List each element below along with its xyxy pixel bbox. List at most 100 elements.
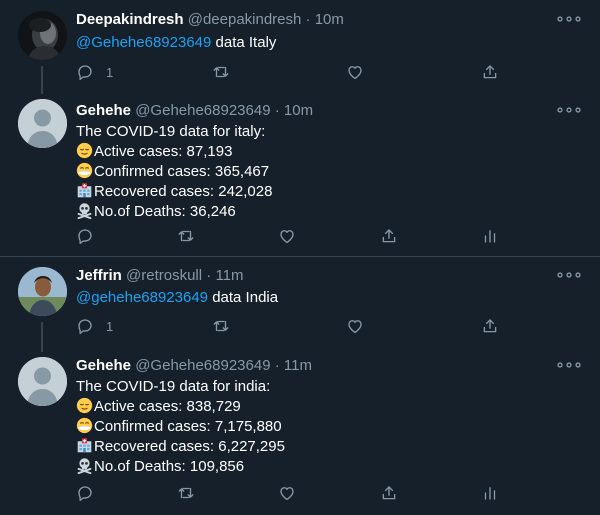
display-name[interactable]: Deepakindresh (76, 11, 184, 28)
timestamp[interactable]: 11m (284, 357, 312, 374)
like-button[interactable] (278, 226, 296, 246)
more-icon[interactable]: ∘∘∘ (555, 358, 583, 374)
share-button[interactable] (481, 62, 499, 82)
timestamp[interactable]: 10m (315, 11, 344, 28)
relieved-face-icon (76, 142, 93, 159)
share-icon (380, 227, 398, 245)
thread-divider (0, 256, 600, 257)
tweet-gehehe-italy[interactable]: Gehehe @Gehehe68923649 · 10m ∘∘∘ The COV… (0, 95, 600, 260)
like-button[interactable] (346, 62, 364, 82)
tweet-text: @gehehe68923649 data India (76, 288, 278, 308)
tweet-line-deaths: No.of Deaths: 109,856 (76, 457, 285, 477)
hospital-icon (77, 183, 92, 198)
tweet-text: The COVID-19 data for italy: Active case… (76, 122, 272, 222)
reply-button[interactable] (76, 483, 94, 503)
thread-italy: Deepakindresh @deepakindresh · 10m ∘∘∘ @… (0, 0, 600, 262)
reply-count: 1 (106, 64, 114, 80)
avatar[interactable] (18, 357, 67, 406)
retweet-icon (177, 484, 195, 502)
tweet-line-title: The COVID-19 data for italy: (76, 123, 266, 140)
share-button[interactable] (380, 226, 398, 246)
tweet-line-confirmed: Confirmed cases: 7,175,880 (76, 417, 285, 437)
like-button[interactable] (278, 483, 296, 503)
like-icon (346, 317, 364, 335)
reply-count: 1 (106, 318, 114, 334)
reply-icon (76, 227, 94, 245)
tweet-line-active: Active cases: 87,193 (76, 142, 272, 162)
reply-icon (76, 484, 94, 502)
analytics-button[interactable] (481, 226, 499, 246)
user-handle[interactable]: @deepakindresh (188, 11, 302, 28)
mask-face-icon (76, 162, 93, 179)
tweet-jeffrin[interactable]: Jeffrin @retroskull · 11m ∘∘∘ @gehehe689… (0, 258, 600, 353)
tweet-text: @Gehehe68923649 data Italy (76, 33, 276, 53)
tweet-gehehe-india[interactable]: Gehehe @Gehehe68923649 · 11m ∘∘∘ The COV… (0, 353, 600, 513)
retweet-button[interactable] (212, 316, 230, 336)
separator-dot: · (274, 357, 280, 374)
tweet-header: Jeffrin @retroskull · 11m (76, 267, 244, 284)
display-name[interactable]: Gehehe (76, 102, 131, 119)
mask-face-icon (76, 417, 93, 434)
avatar[interactable] (18, 11, 67, 60)
user-handle[interactable]: @Gehehe68923649 (135, 357, 270, 374)
tweet-deepakindresh[interactable]: Deepakindresh @deepakindresh · 10m ∘∘∘ @… (0, 0, 600, 95)
separator-dot: · (274, 102, 280, 119)
timestamp[interactable]: 10m (284, 102, 313, 119)
display-name[interactable]: Jeffrin (76, 267, 122, 284)
reply-icon (76, 317, 94, 335)
share-icon (481, 63, 499, 81)
share-icon (380, 484, 398, 502)
retweet-icon (212, 317, 230, 335)
tweet-line-confirmed: Confirmed cases: 365,467 (76, 162, 272, 182)
retweet-button[interactable] (177, 226, 195, 246)
reply-button[interactable]: 1 (76, 316, 113, 336)
retweet-icon (212, 63, 230, 81)
tweet-text: The COVID-19 data for india: Active case… (76, 377, 285, 477)
analytics-icon (481, 484, 499, 502)
tweet-line-deaths: No.of Deaths: 36,246 (76, 202, 272, 222)
timestamp[interactable]: 11m (215, 267, 243, 284)
like-icon (278, 227, 296, 245)
analytics-icon (481, 227, 499, 245)
analytics-button[interactable] (481, 483, 499, 503)
thread-india: Jeffrin @retroskull · 11m ∘∘∘ @gehehe689… (0, 258, 600, 515)
separator-dot: · (206, 267, 212, 284)
tweet-line-recovered: Recovered cases: 242,028 (76, 182, 272, 202)
more-icon[interactable]: ∘∘∘ (555, 268, 583, 284)
tweet-header: Deepakindresh @deepakindresh · 10m (76, 11, 344, 28)
separator-dot: · (305, 11, 311, 28)
mention-link[interactable]: @Gehehe68923649 (76, 34, 211, 51)
tweet-header: Gehehe @Gehehe68923649 · 10m (76, 102, 313, 119)
tweet-header: Gehehe @Gehehe68923649 · 11m (76, 357, 312, 374)
reply-button[interactable] (76, 226, 94, 246)
like-button[interactable] (346, 316, 364, 336)
more-icon[interactable]: ∘∘∘ (555, 12, 583, 28)
retweet-button[interactable] (177, 483, 195, 503)
tweet-line-title: The COVID-19 data for india: (76, 378, 271, 395)
tweet-line-recovered: Recovered cases: 6,227,295 (76, 437, 285, 457)
share-button[interactable] (380, 483, 398, 503)
tweet-line-active: Active cases: 838,729 (76, 397, 285, 417)
tweet-actions (0, 483, 600, 507)
reply-button[interactable]: 1 (76, 62, 113, 82)
user-handle[interactable]: @Gehehe68923649 (135, 102, 270, 119)
tweet-actions (0, 226, 600, 250)
relieved-face-icon (76, 397, 93, 414)
retweet-button[interactable] (212, 62, 230, 82)
avatar[interactable] (18, 267, 67, 316)
avatar[interactable] (18, 99, 67, 148)
tweet-text-content: data Italy (211, 34, 277, 51)
display-name[interactable]: Gehehe (76, 357, 131, 374)
hospital-icon (77, 438, 92, 453)
skull-crossbones-icon (77, 458, 92, 474)
tweet-actions: 1 (0, 62, 600, 86)
tweet-actions: 1 (0, 316, 600, 340)
skull-crossbones-icon (77, 203, 92, 219)
like-icon (346, 63, 364, 81)
share-button[interactable] (481, 316, 499, 336)
mention-link[interactable]: @gehehe68923649 (76, 289, 208, 306)
user-handle[interactable]: @retroskull (126, 267, 202, 284)
like-icon (278, 484, 296, 502)
more-icon[interactable]: ∘∘∘ (555, 103, 583, 119)
share-icon (481, 317, 499, 335)
